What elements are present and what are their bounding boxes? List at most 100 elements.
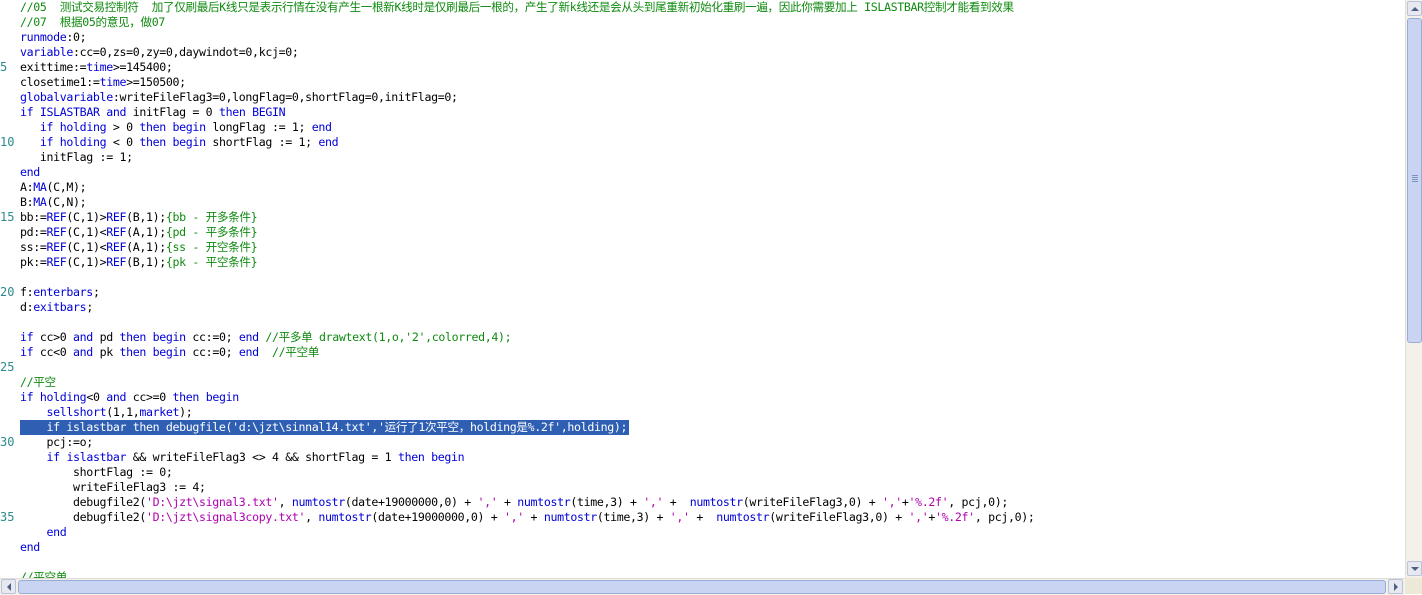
code-line[interactable]: closetime1:=time>=150500; bbox=[20, 75, 186, 90]
code-token: REF bbox=[46, 210, 67, 224]
code-line[interactable]: //平空单 bbox=[20, 570, 67, 578]
code-token: '%.2f' bbox=[908, 495, 949, 509]
code-token: ); bbox=[179, 405, 193, 419]
code-line[interactable]: bb:=REF(C,1)>REF(B,1);{bb - 开多条件} bbox=[20, 210, 258, 225]
code-token: //07 根据05的意见，做07 bbox=[20, 15, 166, 29]
code-line[interactable]: if cc<0 and pk then begin cc:=0; end //平… bbox=[20, 345, 319, 360]
code-token: REF bbox=[106, 240, 127, 254]
code-line[interactable]: if holding<0 and cc>=0 then begin bbox=[20, 390, 239, 405]
code-token: (time,3) + bbox=[570, 495, 644, 509]
code-token: f: bbox=[20, 285, 34, 299]
code-token: {pk - 平空条件} bbox=[165, 255, 258, 269]
scroll-left-button[interactable] bbox=[1, 579, 16, 594]
scroll-down-button[interactable] bbox=[1407, 561, 1422, 576]
code-line[interactable]: A:MA(C,M); bbox=[20, 180, 87, 195]
code-line[interactable]: writeFileFlag3 := 4; bbox=[20, 480, 206, 495]
code-line[interactable]: if ISLASTBAR and initFlag = 0 then BEGIN bbox=[20, 105, 286, 120]
code-line[interactable]: d:exitbars; bbox=[20, 300, 93, 315]
horizontal-scroll-thumb[interactable] bbox=[18, 580, 1386, 594]
line-number: 35 bbox=[0, 510, 15, 524]
code-token: '%.2f' bbox=[935, 510, 975, 524]
code-line[interactable]: pcj:=o; bbox=[20, 435, 94, 450]
vertical-scrollbar[interactable] bbox=[1405, 0, 1422, 578]
code-token: ',' bbox=[643, 495, 664, 509]
code-line[interactable]: pk:=REF(C,1)>REF(B,1);{pk - 平空条件} bbox=[20, 255, 258, 270]
code-token: ; bbox=[92, 285, 100, 299]
code-line[interactable]: if holding < 0 then begin shortFlag := 1… bbox=[20, 135, 339, 150]
code-line[interactable]: debugfile2('D:\jzt\signal3.txt', numtost… bbox=[20, 495, 1008, 510]
code-line[interactable]: shortFlag := 0; bbox=[20, 465, 173, 480]
code-token: if bbox=[20, 330, 34, 344]
code-line[interactable]: sellshort(1,1,market); bbox=[20, 405, 193, 420]
code-token: (A,1); bbox=[126, 240, 166, 254]
code-token: ',' bbox=[477, 495, 498, 509]
code-line[interactable]: if islastbar && writeFileFlag3 <> 4 && s… bbox=[20, 450, 465, 465]
line-number: 30 bbox=[0, 435, 15, 449]
selected-text[interactable]: if islastbar then debugfile('d:\jzt\sinn… bbox=[20, 420, 630, 435]
code-token: {bb - 开多条件} bbox=[165, 210, 258, 224]
code-token: pcj:=o; bbox=[20, 435, 94, 449]
code-line[interactable]: //平空 bbox=[20, 375, 56, 390]
code-token: REF bbox=[46, 240, 67, 254]
code-token: holding bbox=[59, 135, 107, 149]
vertical-scroll-thumb[interactable] bbox=[1407, 18, 1422, 343]
code-token: {ss - 开空条件} bbox=[165, 240, 258, 254]
code-line[interactable]: end bbox=[20, 525, 67, 540]
code-token: , bbox=[278, 495, 292, 509]
code-token: enterbars bbox=[33, 285, 93, 299]
code-editor[interactable]: //05 测试交易控制符 加了仅刷最后K线只是表示行情在没有产生一根新K线时是仅… bbox=[20, 0, 1405, 578]
code-token: ',' bbox=[669, 510, 690, 524]
code-token: >=150500; bbox=[126, 75, 186, 89]
code-token: (date+19000000,0) + bbox=[344, 495, 478, 509]
triangle-up-icon bbox=[1410, 6, 1419, 11]
code-line[interactable]: globalvariable:writeFileFlag3=0,longFlag… bbox=[20, 90, 458, 105]
code-line[interactable]: end bbox=[20, 540, 40, 555]
code-token: end bbox=[238, 345, 259, 359]
code-token: numtostr bbox=[689, 495, 743, 509]
code-line[interactable]: variable:cc=0,zs=0,zy=0,daywindot=0,kcj=… bbox=[20, 45, 299, 60]
code-token: then bbox=[397, 450, 425, 464]
code-line[interactable]: if cc>0 and pd then begin cc:=0; end //平… bbox=[20, 330, 512, 345]
code-token: (time,3) + bbox=[596, 510, 670, 524]
code-token: and bbox=[73, 345, 93, 359]
code-line[interactable]: //05 测试交易控制符 加了仅刷最后K线只是表示行情在没有产生一根新K线时是仅… bbox=[20, 0, 1014, 15]
code-line[interactable]: initFlag := 1; bbox=[20, 150, 133, 165]
code-line[interactable]: //07 根据05的意见，做07 bbox=[20, 15, 165, 30]
code-token: begin bbox=[431, 450, 465, 464]
code-token: holding bbox=[59, 120, 107, 134]
triangle-down-icon bbox=[1410, 566, 1419, 571]
code-line[interactable]: runmode:0; bbox=[20, 30, 87, 45]
code-token: if islastbar then debugfile('d:\jzt\sinn… bbox=[20, 420, 628, 434]
code-token: ',' bbox=[881, 495, 902, 509]
horizontal-scrollbar[interactable] bbox=[0, 578, 1405, 595]
code-token: >=145400; bbox=[112, 60, 173, 74]
scroll-up-button[interactable] bbox=[1407, 1, 1422, 16]
line-number: 25 bbox=[0, 360, 15, 374]
code-line[interactable]: if islastbar then debugfile('d:\jzt\sinn… bbox=[20, 420, 630, 435]
code-line[interactable]: pd:=REF(C,1)<REF(A,1);{pd - 平多条件} bbox=[20, 225, 258, 240]
code-token: + bbox=[689, 510, 717, 524]
code-line[interactable]: if holding > 0 then begin longFlag := 1;… bbox=[20, 120, 332, 135]
code-token: REF bbox=[46, 255, 67, 269]
code-token: time bbox=[86, 60, 113, 74]
code-token: begin bbox=[152, 345, 187, 359]
code-token: numtostr bbox=[543, 510, 597, 524]
scrollbar-corner bbox=[1405, 578, 1422, 594]
code-line[interactable]: f:enterbars; bbox=[20, 285, 100, 300]
code-line[interactable]: exittime:=time>=145400; bbox=[20, 60, 173, 75]
code-token: and bbox=[106, 105, 127, 119]
code-line[interactable]: B:MA(C,N); bbox=[20, 195, 87, 210]
code-token: begin bbox=[172, 135, 207, 149]
code-line[interactable]: ss:=REF(C,1)<REF(A,1);{ss - 开空条件} bbox=[20, 240, 258, 255]
code-line[interactable]: debugfile2('D:\jzt\signal3copy.txt', num… bbox=[20, 510, 1035, 525]
code-line[interactable]: end bbox=[20, 165, 40, 180]
code-token: ss:= bbox=[20, 240, 47, 254]
code-token: then bbox=[218, 105, 246, 119]
code-token: + bbox=[497, 495, 518, 509]
scroll-right-button[interactable] bbox=[1388, 579, 1403, 594]
code-token: debugfile2( bbox=[20, 495, 146, 509]
code-token: ',' bbox=[504, 510, 524, 524]
code-token: then bbox=[119, 330, 146, 344]
